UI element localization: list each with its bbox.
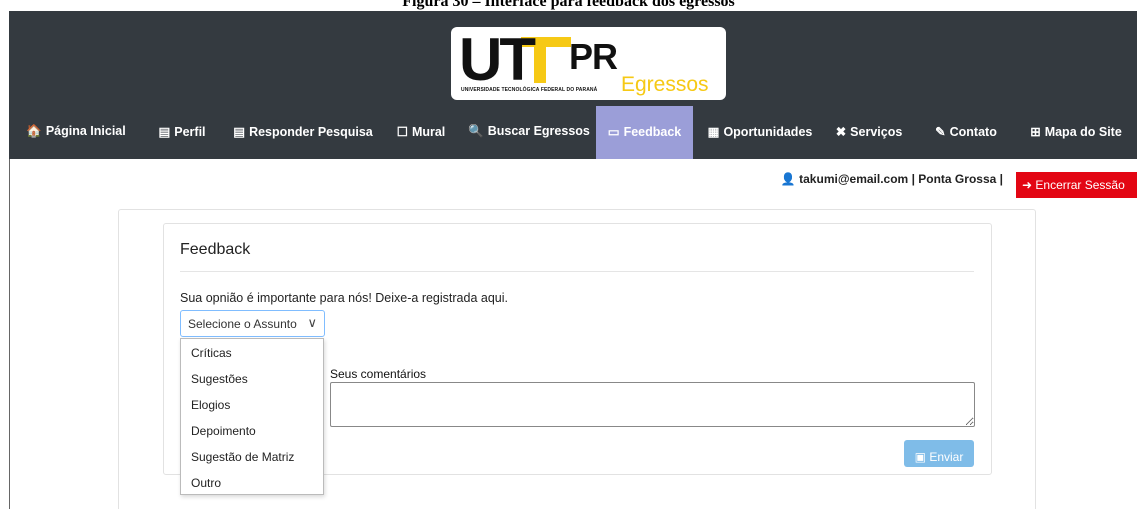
nav-label: Mural [411, 125, 446, 139]
comments-textarea[interactable] [330, 382, 975, 427]
user-email: takumi@email.com [799, 172, 909, 186]
nav-label: Serviços [850, 125, 903, 139]
nav-item-mapa-do-site[interactable]: ⊞ Mapa do Site [1017, 106, 1135, 159]
comment-icon: ▭ [607, 125, 620, 139]
logo-subtitle: Egressos [621, 73, 709, 96]
comments-label: Seus comentários [330, 367, 427, 381]
logo-university-name: UNIVERSIDADE TECNOLÓGICA FEDERAL DO PARA… [461, 87, 598, 93]
page-left-border [9, 159, 10, 509]
dropdown-option-outro[interactable]: Outro [181, 469, 323, 495]
id-card-icon: ▤ [158, 125, 171, 139]
nav-label: Contato [949, 125, 997, 139]
nav-label: Responder Pesquisa [249, 125, 373, 139]
sign-out-icon: ➜ [1022, 178, 1033, 192]
id-card-icon: ▤ [233, 125, 246, 139]
nav-item-responder-pesquisa[interactable]: ▤ Responder Pesquisa [223, 106, 383, 159]
dropdown-option-elogios[interactable]: Elogios [181, 391, 323, 417]
user-separator: | [911, 172, 915, 186]
user-campus: Ponta Grossa [918, 172, 997, 186]
logout-label: Encerrar Sessão [1035, 178, 1125, 192]
sitemap-icon: ⊞ [1030, 125, 1041, 139]
subject-select-value: Selecione o Assunto [188, 317, 297, 331]
submit-label: Enviar [929, 449, 964, 464]
nav-item-perfil[interactable]: ▤ Perfil [147, 106, 217, 159]
logo-t-stem [534, 37, 546, 83]
tools-icon: ✖ [835, 125, 847, 139]
nav-label: Buscar Egressos [487, 124, 590, 138]
submit-button[interactable]: ▣ Enviar [904, 440, 974, 467]
nav-label: Página Inicial [45, 124, 126, 138]
figure-caption: Figura 30 – Interface para feedback dos … [402, 0, 735, 10]
search-icon: 🔍 [468, 124, 484, 138]
nav-item-contato[interactable]: ✎ Contato [925, 106, 1007, 159]
home-icon: 🏠 [26, 124, 42, 138]
dropdown-option-depoimento[interactable]: Depoimento [181, 417, 323, 443]
user-icon: 👤 [780, 172, 796, 186]
user-info: 👤 takumi@email.com | Ponta Grossa | [781, 172, 1003, 186]
site-header: UT PR Egressos UNIVERSIDADE TECNOLÓGICA … [9, 11, 1137, 159]
chevron-down-icon: ∨ [307, 315, 317, 330]
nav-label: Mapa do Site [1044, 125, 1122, 139]
nav-item-servicos[interactable]: ✖ Serviços [825, 106, 913, 159]
save-icon: ▣ [914, 449, 926, 464]
form-intro-text: Sua opnião é importante para nós! Deixe-… [180, 291, 508, 305]
logout-button[interactable]: ➜ Encerrar Sessão [1016, 172, 1137, 198]
nav-label: Oportunidades [723, 125, 813, 139]
dropdown-option-sugestao-de-matriz[interactable]: Sugestão de Matriz [181, 443, 323, 469]
dropdown-option-sugestoes[interactable]: Sugestões [181, 365, 323, 391]
user-separator: | [999, 172, 1003, 186]
nav-item-pagina-inicial[interactable]: 🏠 Página Inicial [9, 106, 143, 159]
nav-item-mural[interactable]: ☐ Mural [387, 106, 455, 159]
title-divider [180, 271, 974, 272]
nav-item-feedback[interactable]: ▭ Feedback [596, 106, 693, 159]
card-icon: ▦ [707, 125, 720, 139]
subject-select[interactable]: Selecione o Assunto ∨ [180, 310, 325, 337]
nav-label: Feedback [623, 125, 682, 139]
main-nav: 🏠 Página Inicial ▤ Perfil ▤ Responder Pesqu… [9, 106, 1137, 159]
nav-item-buscar-egressos[interactable]: 🔍 Buscar Egressos [464, 106, 594, 159]
nav-item-oportunidades[interactable]: ▦ Oportunidades [699, 106, 821, 159]
logo-ut-text: UT [459, 26, 536, 93]
nav-label: Perfil [174, 125, 206, 139]
subject-dropdown: Críticas Sugestões Elogios Depoimento Su… [180, 338, 324, 495]
logo-pr-text: PR [569, 36, 618, 77]
clipboard-icon: ☐ [396, 125, 408, 139]
edit-icon: ✎ [935, 125, 946, 139]
form-title: Feedback [180, 241, 251, 258]
utfpr-logo[interactable]: UT PR Egressos UNIVERSIDADE TECNOLÓGICA … [451, 27, 726, 100]
dropdown-option-criticas[interactable]: Críticas [181, 339, 323, 365]
